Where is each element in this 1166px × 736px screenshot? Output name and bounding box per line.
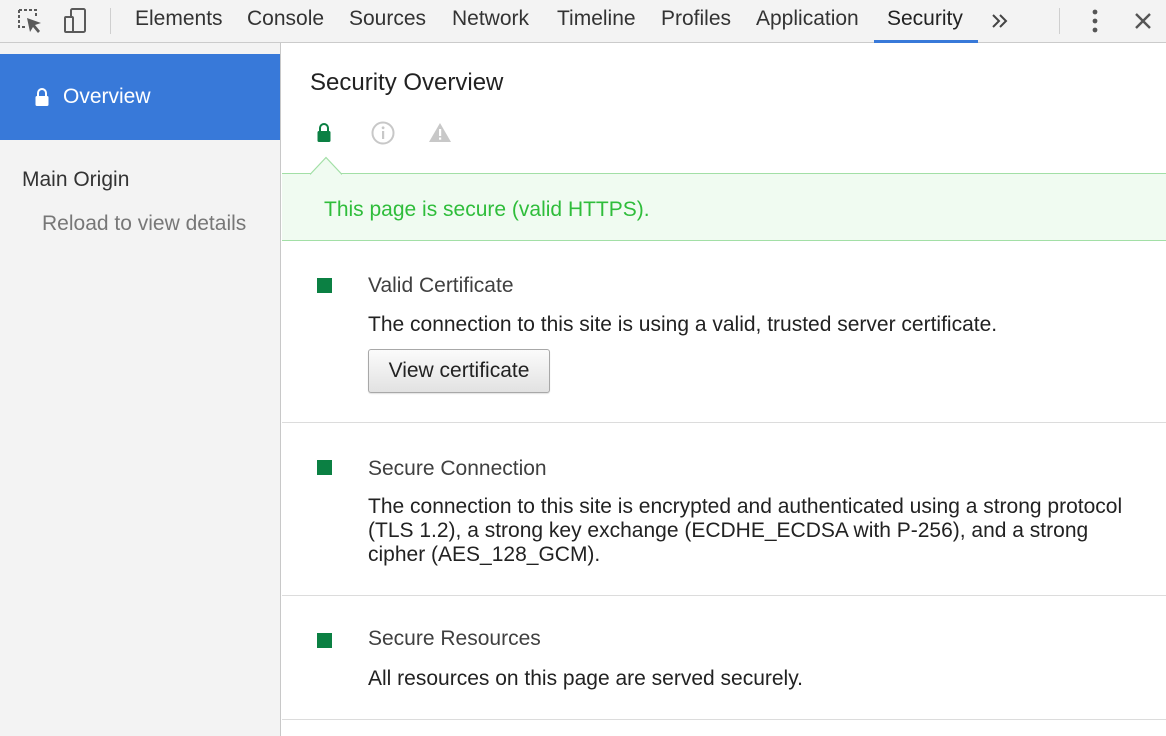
sidebar-item-label: Overview <box>63 85 151 108</box>
tab-timeline[interactable]: Timeline <box>557 0 636 43</box>
security-sidebar: Overview Main Origin Reload to view deta… <box>0 43 281 736</box>
section-title: Secure Connection <box>368 457 547 480</box>
lock-icon <box>34 87 50 112</box>
section-description: The connection to this site is using a v… <box>368 313 998 336</box>
tab-profiles[interactable]: Profiles <box>661 0 731 43</box>
page-title: Security Overview <box>310 69 504 96</box>
warning-icon <box>428 121 454 150</box>
secure-resources-section: Secure Resources All resources on this p… <box>282 597 1166 720</box>
sidebar-reload-hint: Reload to view details <box>42 212 247 235</box>
secure-connection-section: Secure Connection The connection to this… <box>282 424 1166 596</box>
close-icon[interactable] <box>1130 0 1156 42</box>
banner-pointer <box>309 156 343 180</box>
toolbar-divider <box>110 8 111 34</box>
security-main-panel: Security Overview This page is secure (v… <box>282 43 1166 736</box>
security-summary-text: This page is secure (valid HTTPS). <box>324 198 650 221</box>
devtools-toolbar: Elements Console Sources Network Timelin… <box>0 0 1166 43</box>
info-icon <box>371 121 397 150</box>
tab-security[interactable]: Security <box>887 0 963 43</box>
security-summary-banner: This page is secure (valid HTTPS). <box>282 173 1166 241</box>
more-options-icon[interactable] <box>1084 0 1106 42</box>
view-certificate-button[interactable]: View certificate <box>368 349 550 393</box>
select-element-icon[interactable] <box>14 0 46 42</box>
sidebar-main-origin-heading: Main Origin <box>22 168 130 191</box>
section-description: The connection to this site is encrypted… <box>368 495 1123 566</box>
tab-elements[interactable]: Elements <box>135 0 223 43</box>
valid-certificate-section: Valid Certificate The connection to this… <box>282 241 1166 423</box>
tab-network[interactable]: Network <box>452 0 529 43</box>
double-chevron-right-icon[interactable] <box>988 0 1012 42</box>
section-title: Secure Resources <box>368 627 541 650</box>
section-description: All resources on this page are served se… <box>368 667 803 690</box>
device-toolbar-icon[interactable] <box>60 0 92 42</box>
toolbar-divider <box>1059 8 1060 34</box>
section-title: Valid Certificate <box>368 274 514 297</box>
secure-status-indicator <box>317 460 332 475</box>
tab-application[interactable]: Application <box>756 0 859 43</box>
lock-icon <box>316 121 332 148</box>
secure-status-indicator <box>317 278 332 293</box>
sidebar-item-overview[interactable]: Overview <box>0 54 280 140</box>
secure-status-indicator <box>317 633 332 648</box>
tab-sources[interactable]: Sources <box>349 0 426 43</box>
tab-console[interactable]: Console <box>247 0 324 43</box>
